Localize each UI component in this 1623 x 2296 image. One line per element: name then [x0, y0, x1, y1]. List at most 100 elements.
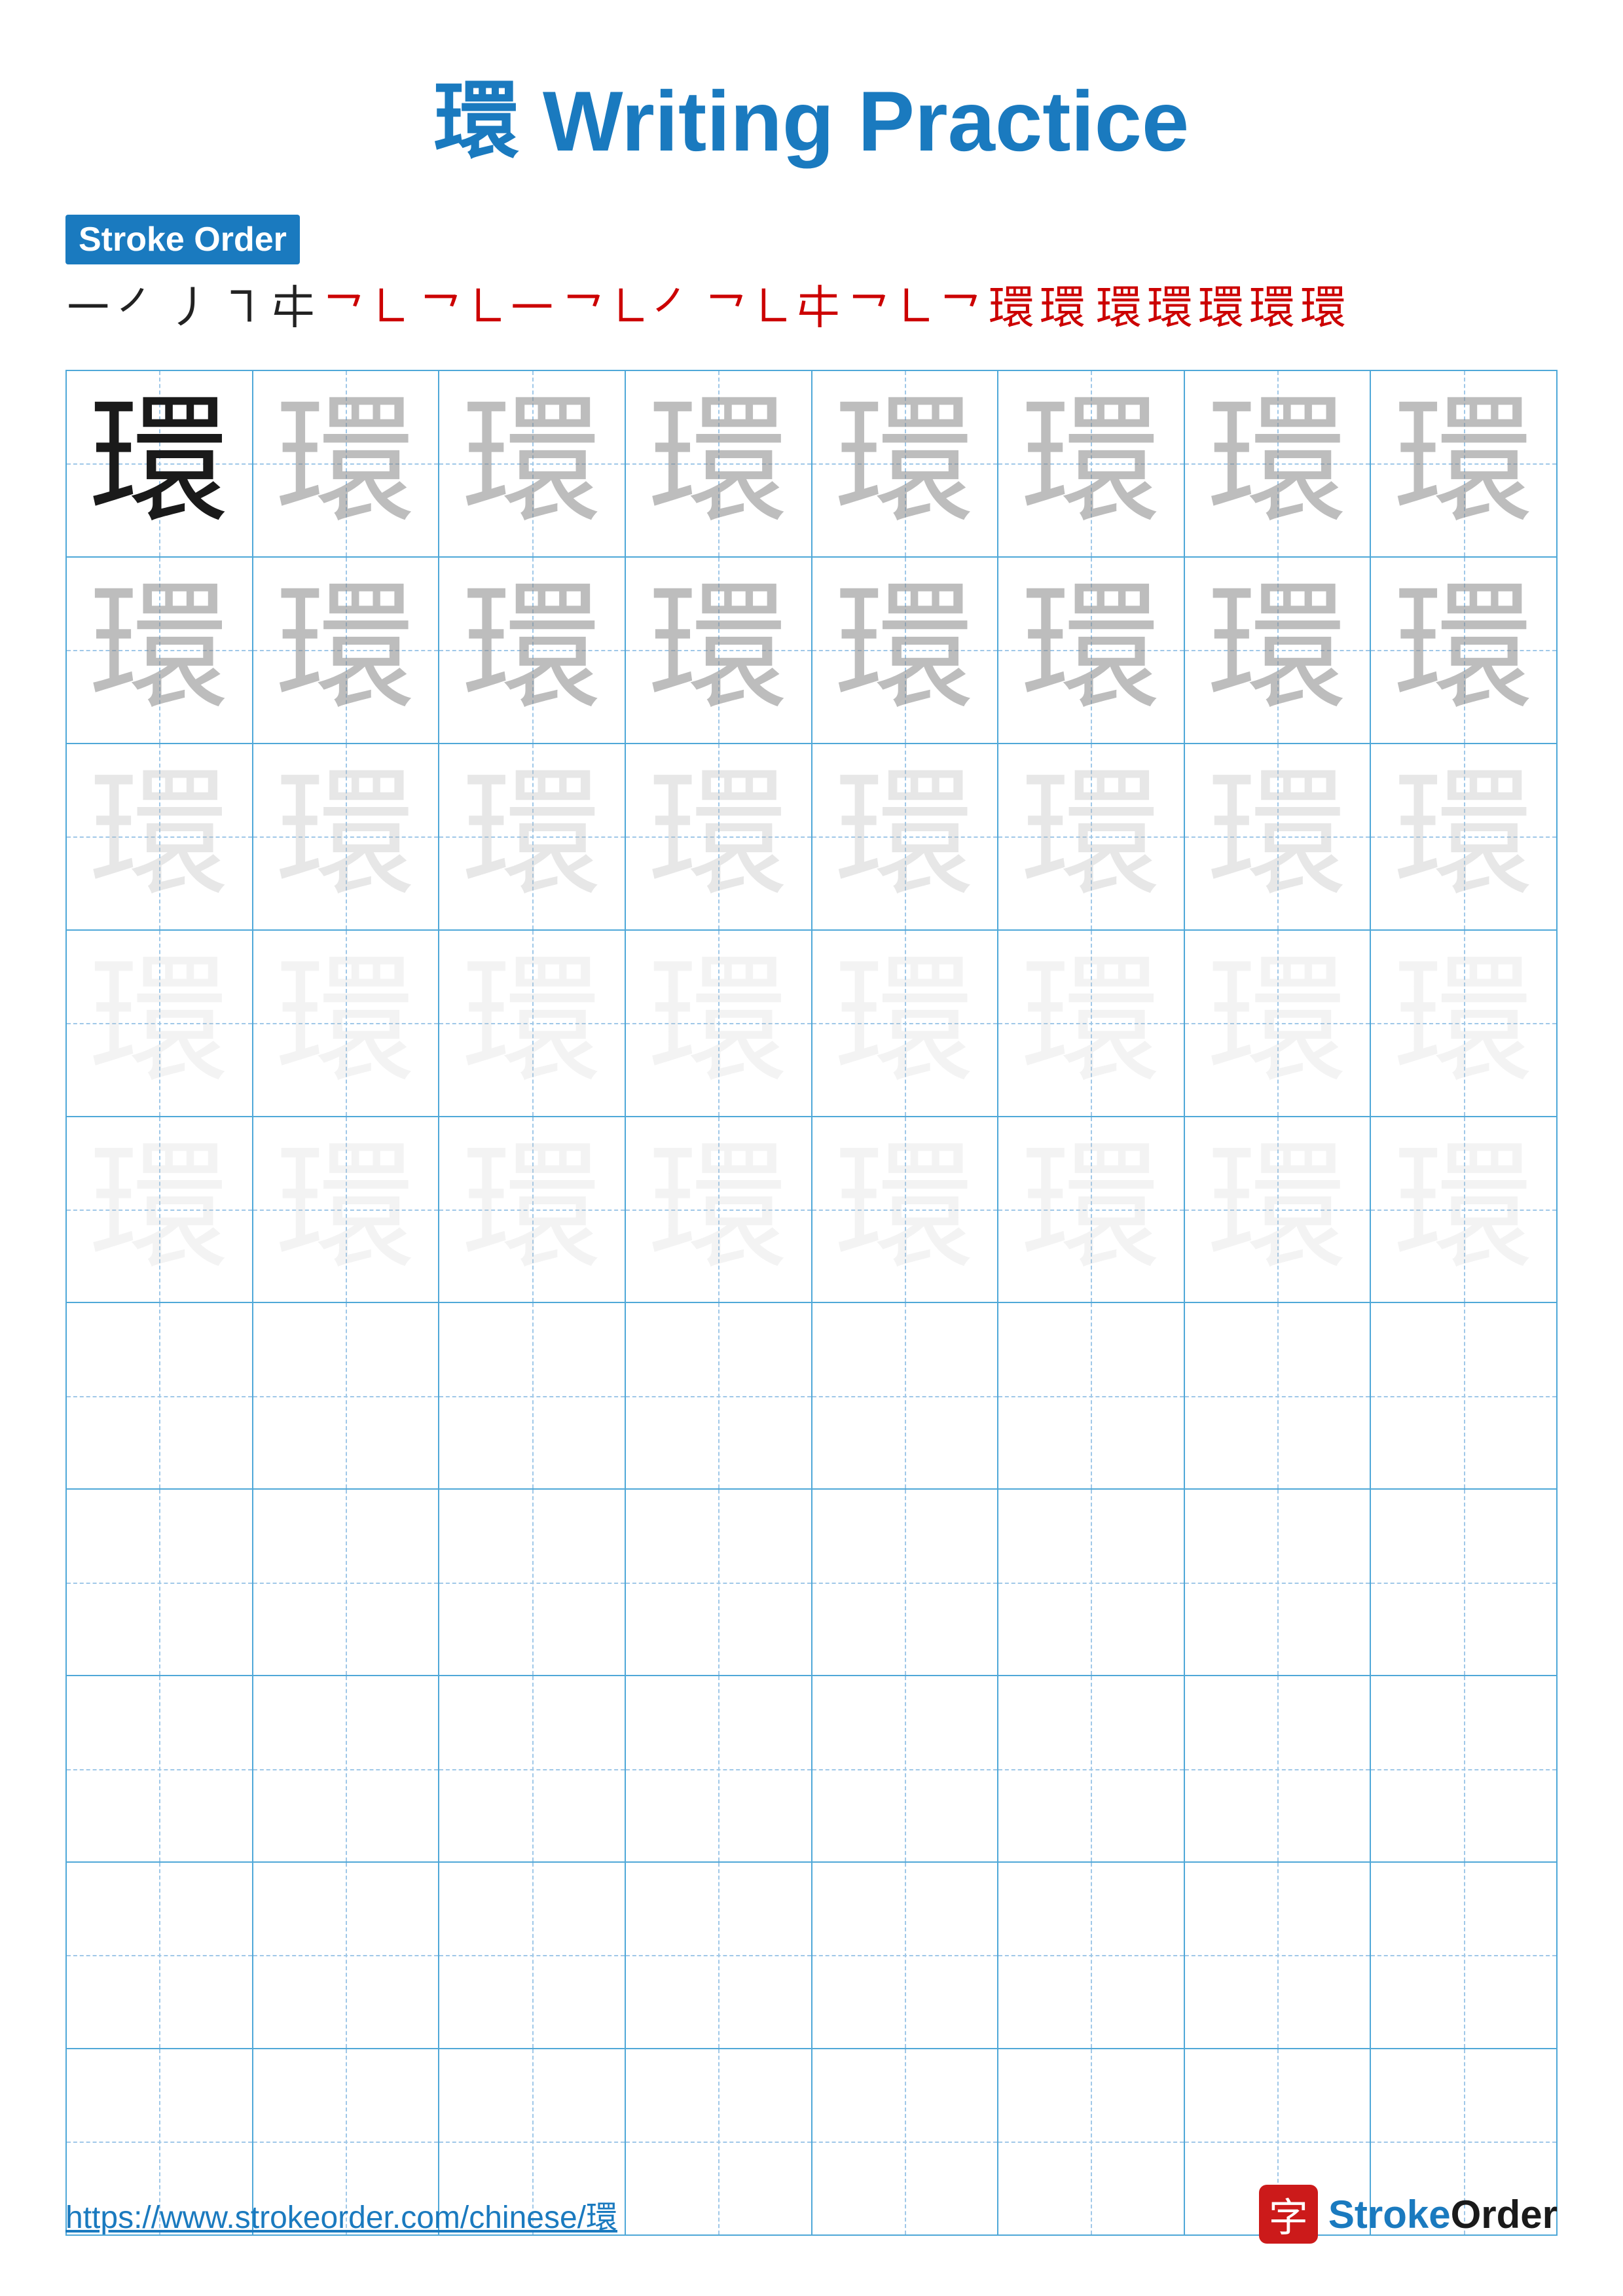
grid-cell[interactable]: 環	[998, 744, 1184, 930]
grid-cell-empty[interactable]	[625, 1489, 812, 1676]
brand-name: StrokeOrder	[1328, 2192, 1558, 2237]
practice-row-5: 環 環 環 環 環 環 環 環	[66, 1117, 1557, 1303]
grid-cell-empty[interactable]	[253, 1676, 439, 1862]
grid-cell-empty[interactable]	[1370, 1302, 1557, 1489]
grid-cell-empty[interactable]	[998, 1862, 1184, 2049]
grid-cell[interactable]: 環	[253, 744, 439, 930]
grid-cell[interactable]: 環	[439, 557, 625, 744]
stroke-step-9: ㇖㇗㐄	[703, 271, 841, 337]
grid-cell-empty[interactable]	[1370, 1862, 1557, 2049]
grid-cell-empty[interactable]	[812, 1862, 998, 2049]
grid-cell[interactable]: 環	[812, 370, 998, 557]
grid-cell[interactable]: 環	[812, 930, 998, 1117]
title-character: 環	[434, 73, 519, 169]
grid-cell[interactable]: 環	[1184, 744, 1371, 930]
grid-cell-empty[interactable]	[1184, 1489, 1371, 1676]
stroke-step-2: ㇒	[117, 271, 162, 337]
grid-cell[interactable]: 環	[66, 930, 253, 1117]
grid-cell-empty[interactable]	[439, 1862, 625, 2049]
grid-cell[interactable]: 環	[439, 744, 625, 930]
grid-cell[interactable]: 環	[998, 370, 1184, 557]
empty-row-2	[66, 1489, 1557, 1676]
stroke-step-14: 環	[1147, 271, 1193, 337]
stroke-step-8: ㇖㇗㇒	[560, 271, 698, 337]
stroke-step-5: 㐄	[270, 271, 316, 337]
grid-cell-empty[interactable]	[998, 1489, 1184, 1676]
grid-cell-empty[interactable]	[1184, 1862, 1371, 2049]
grid-cell[interactable]: 環	[812, 744, 998, 930]
stroke-step-12: 環	[1040, 271, 1085, 337]
grid-cell-empty[interactable]	[1184, 1302, 1371, 1489]
grid-cell[interactable]: 環	[253, 1117, 439, 1303]
grid-cell[interactable]: 環	[66, 370, 253, 557]
grid-cell[interactable]: 環	[253, 370, 439, 557]
grid-cell[interactable]: 環	[1370, 1117, 1557, 1303]
stroke-step-6: ㇖㇗	[321, 271, 412, 337]
grid-cell-empty[interactable]	[1370, 1676, 1557, 1862]
grid-cell-empty[interactable]	[812, 1676, 998, 1862]
empty-row-3	[66, 1676, 1557, 1862]
grid-cell[interactable]: 環	[439, 930, 625, 1117]
stroke-step-7: ㇖㇗㇐	[418, 271, 555, 337]
empty-row-4	[66, 1862, 1557, 2049]
grid-cell[interactable]: 環	[998, 930, 1184, 1117]
grid-cell-empty[interactable]	[439, 1676, 625, 1862]
footer: https://www.strokeorder.com/chinese/環 字 …	[65, 2185, 1558, 2244]
grid-cell[interactable]: 環	[625, 557, 812, 744]
grid-cell[interactable]: 環	[625, 1117, 812, 1303]
stroke-step-16: 環	[1249, 271, 1295, 337]
grid-cell-empty[interactable]	[1184, 1676, 1371, 1862]
grid-cell-empty[interactable]	[66, 1489, 253, 1676]
grid-cell[interactable]: 環	[998, 1117, 1184, 1303]
grid-cell[interactable]: 環	[1370, 744, 1557, 930]
grid-cell-empty[interactable]	[812, 1302, 998, 1489]
grid-cell[interactable]: 環	[812, 1117, 998, 1303]
grid-cell-empty[interactable]	[253, 1489, 439, 1676]
grid-cell[interactable]: 環	[812, 557, 998, 744]
stroke-step-3: ㇓	[168, 271, 213, 337]
grid-cell[interactable]: 環	[998, 557, 1184, 744]
grid-cell[interactable]: 環	[625, 744, 812, 930]
stroke-step-10: ㇖㇗㇖	[846, 271, 983, 337]
grid-cell[interactable]: 環	[1370, 557, 1557, 744]
grid-cell[interactable]: 環	[439, 1117, 625, 1303]
grid-cell-empty[interactable]	[439, 1489, 625, 1676]
grid-cell-empty[interactable]	[625, 1862, 812, 2049]
grid-cell-empty[interactable]	[439, 1302, 625, 1489]
grid-cell-empty[interactable]	[253, 1302, 439, 1489]
grid-cell[interactable]: 環	[1184, 557, 1371, 744]
empty-row-1	[66, 1302, 1557, 1489]
stroke-step-4: ㇕	[219, 271, 264, 337]
grid-cell-empty[interactable]	[812, 1489, 998, 1676]
grid-cell-empty[interactable]	[253, 1862, 439, 2049]
grid-cell[interactable]: 環	[253, 930, 439, 1117]
grid-cell[interactable]: 環	[1370, 370, 1557, 557]
grid-cell-empty[interactable]	[625, 1302, 812, 1489]
grid-cell-empty[interactable]	[66, 1862, 253, 2049]
footer-url[interactable]: https://www.strokeorder.com/chinese/環	[65, 2191, 617, 2237]
grid-cell[interactable]: 環	[66, 1117, 253, 1303]
grid-cell[interactable]: 環	[253, 557, 439, 744]
grid-cell-empty[interactable]	[998, 1302, 1184, 1489]
grid-cell[interactable]: 環	[66, 557, 253, 744]
grid-cell[interactable]: 環	[66, 744, 253, 930]
practice-row-4: 環 環 環 環 環 環 環 環	[66, 930, 1557, 1117]
grid-cell-empty[interactable]	[66, 1676, 253, 1862]
grid-cell-empty[interactable]	[66, 1302, 253, 1489]
grid-cell[interactable]: 環	[1184, 370, 1371, 557]
stroke-order-label: Stroke Order	[65, 215, 300, 264]
grid-cell[interactable]: 環	[1184, 930, 1371, 1117]
stroke-step-17: 環	[1300, 271, 1346, 337]
grid-cell-empty[interactable]	[998, 1676, 1184, 1862]
grid-cell-empty[interactable]	[1370, 1489, 1557, 1676]
practice-grid: 環 環 環 環 環 環 環 環 環 環 環 環 環 環 環 環 環 環 環 環 …	[65, 370, 1558, 2236]
grid-cell[interactable]: 環	[625, 370, 812, 557]
grid-cell[interactable]: 環	[439, 370, 625, 557]
grid-cell[interactable]: 環	[1184, 1117, 1371, 1303]
grid-cell-empty[interactable]	[625, 1676, 812, 1862]
stroke-order-section: Stroke Order ㇐ ㇒ ㇓ ㇕ 㐄 ㇖㇗ ㇖㇗㇐ ㇖㇗㇒ ㇖㇗㐄 ㇖㇗…	[65, 215, 1558, 337]
page: 環 Writing Practice Stroke Order ㇐ ㇒ ㇓ ㇕ …	[0, 0, 1623, 2296]
grid-cell[interactable]: 環	[1370, 930, 1557, 1117]
grid-cell[interactable]: 環	[625, 930, 812, 1117]
stroke-step-1: ㇐	[65, 271, 111, 337]
